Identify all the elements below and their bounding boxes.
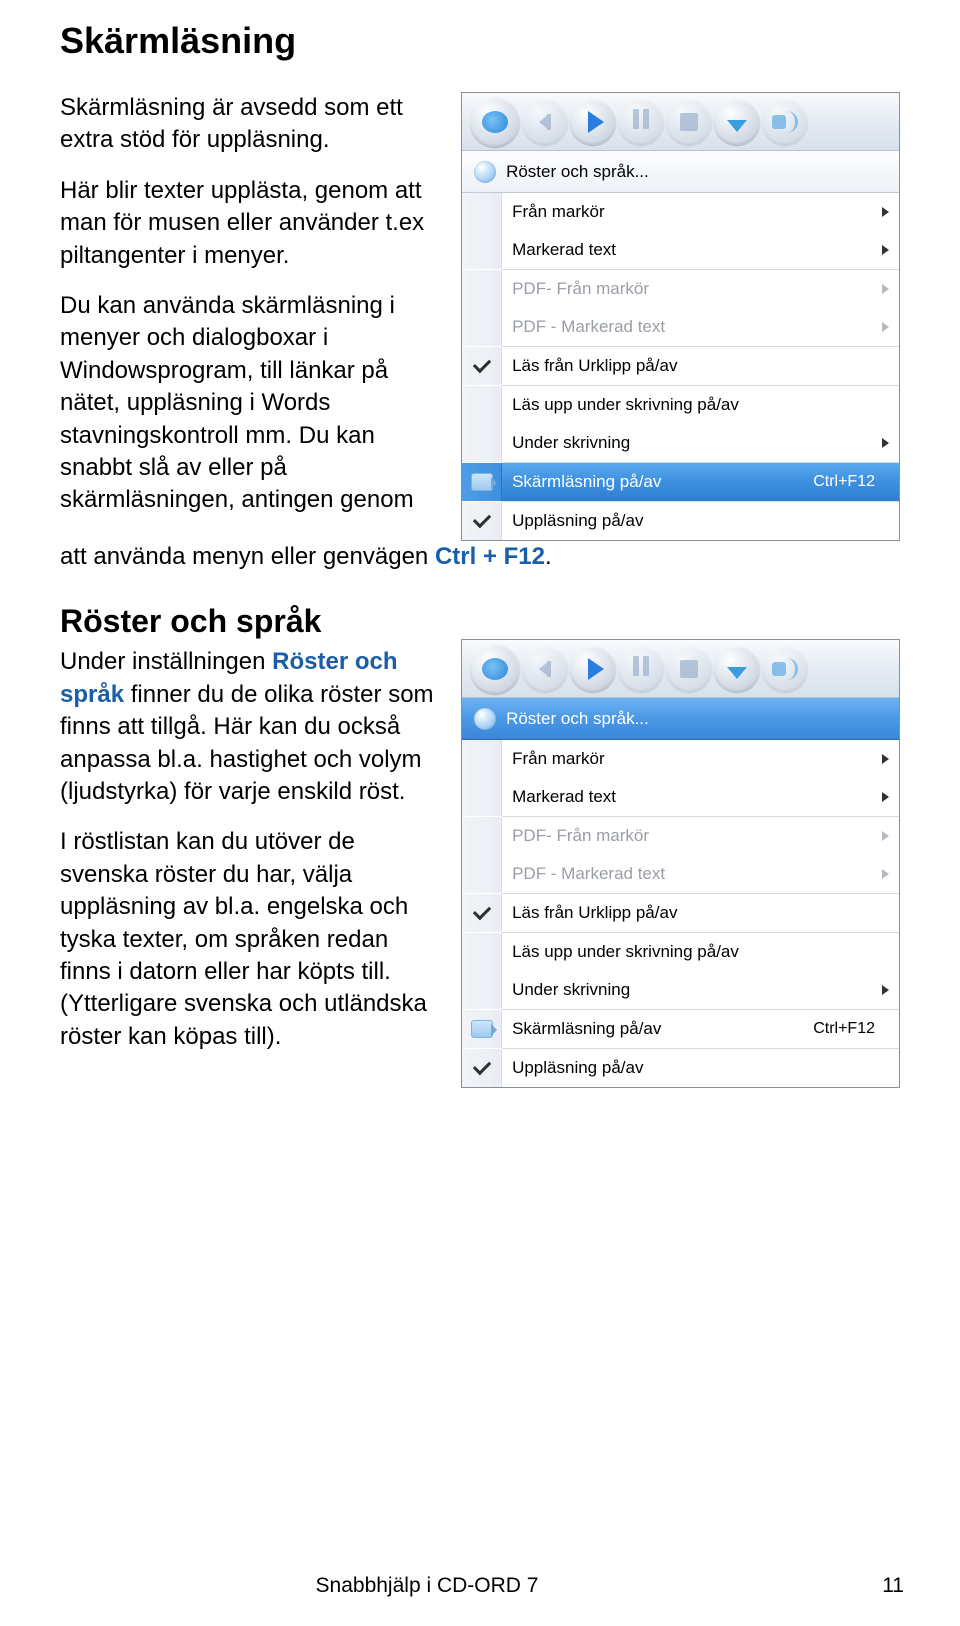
submenu-arrow-icon [882, 831, 889, 841]
menu-item-reading-toggle[interactable]: Uppläsning på/av [462, 502, 899, 540]
voices-paragraph-1: Under inställningen Röster och språk fin… [60, 646, 439, 808]
menu-toolbar [462, 640, 899, 698]
menu-item-label: PDF- Från markör [512, 826, 882, 846]
check-icon [472, 355, 490, 373]
menu-header-selected[interactable]: Röster och språk... [462, 698, 899, 740]
menu-toolbar [462, 93, 899, 151]
submenu-arrow-icon [882, 869, 889, 879]
check-icon [472, 902, 490, 920]
screen-reading-icon [471, 1020, 493, 1038]
menu-item-read-while-typing[interactable]: Läs upp under skrivning på/av [462, 386, 899, 424]
voices-icon [474, 708, 496, 730]
prev-button[interactable] [522, 646, 568, 692]
download-button[interactable] [714, 99, 760, 145]
play-button[interactable] [570, 646, 616, 692]
menu-item-read-while-typing[interactable]: Läs upp under skrivning på/av [462, 933, 899, 971]
download-button[interactable] [714, 646, 760, 692]
menu-item-label: Läs upp under skrivning på/av [512, 942, 889, 962]
stop-button[interactable] [666, 646, 712, 692]
submenu-arrow-icon [882, 438, 889, 448]
footer-page-number: 11 [854, 1574, 904, 1598]
stop-button[interactable] [666, 99, 712, 145]
menu-header-label: Röster och språk... [506, 162, 649, 182]
menu-item-label: Uppläsning på/av [512, 511, 889, 531]
menu-item-from-cursor[interactable]: Från markör [462, 740, 899, 778]
menu-item-label: Skärmläsning på/av [512, 1019, 813, 1039]
speak-button[interactable] [470, 97, 520, 147]
menu-item-label: PDF - Markerad text [512, 864, 882, 884]
menu-item-shortcut: Ctrl+F12 [813, 1020, 875, 1038]
voices-paragraph-2: I röstlistan kan du utöver de svenska rö… [60, 826, 439, 1053]
menu-item-label: Markerad text [512, 240, 882, 260]
menu-item-label: Läs från Urklipp på/av [512, 903, 889, 923]
footer-text: Snabbhjälp i CD-ORD 7 [0, 1574, 854, 1598]
menu-item-pdf-from-cursor: PDF- Från markör [462, 270, 899, 308]
pause-button[interactable] [618, 99, 664, 145]
check-icon [472, 1057, 490, 1075]
menu-item-shortcut: Ctrl+F12 [813, 473, 875, 491]
submenu-arrow-icon [882, 207, 889, 217]
menu-item-while-typing[interactable]: Under skrivning [462, 971, 899, 1009]
menu-item-marked-text[interactable]: Markerad text [462, 778, 899, 816]
menu-item-label: Från markör [512, 202, 882, 222]
bottom-section: Röster och språk Under inställningen Rös… [60, 591, 900, 1088]
menu-item-label: PDF - Markerad text [512, 317, 882, 337]
menu-item-label: PDF- Från markör [512, 279, 882, 299]
play-button[interactable] [570, 99, 616, 145]
menu-item-screen-reading[interactable]: Skärmläsning på/av Ctrl+F12 [462, 1010, 899, 1048]
menu-item-label: Läs upp under skrivning på/av [512, 395, 889, 415]
menu-item-pdf-marked-text: PDF - Markerad text [462, 855, 899, 893]
screen-reading-icon [471, 473, 493, 491]
submenu-arrow-icon [882, 322, 889, 332]
menu-item-label: Skärmläsning på/av [512, 472, 813, 492]
intro-paragraph-1: Skärmläsning är avsedd som ett extra stö… [60, 92, 439, 157]
prev-button[interactable] [522, 99, 568, 145]
menu-header[interactable]: Röster och språk... [462, 151, 899, 193]
menu-item-from-cursor[interactable]: Från markör [462, 193, 899, 231]
top-section: Skärmläsning är avsedd som ett extra stö… [60, 92, 900, 541]
voices-icon [474, 161, 496, 183]
pause-button[interactable] [618, 646, 664, 692]
intro-paragraph-3b: att använda menyn eller genvägen Ctrl + … [60, 541, 900, 573]
speak-button[interactable] [470, 644, 520, 694]
submenu-arrow-icon [882, 245, 889, 255]
submenu-arrow-icon [882, 985, 889, 995]
menu-item-screen-reading[interactable]: Skärmläsning på/av Ctrl+F12 [462, 463, 899, 501]
intro-paragraph-2: Här blir texter upplästa, genom att man … [60, 175, 439, 272]
speaker-button[interactable] [762, 646, 808, 692]
menu-header-label: Röster och språk... [506, 709, 649, 729]
submenu-arrow-icon [882, 284, 889, 294]
menu-item-label: Från markör [512, 749, 882, 769]
section-title-voices: Röster och språk [60, 603, 439, 640]
menu-item-reading-toggle[interactable]: Uppläsning på/av [462, 1049, 899, 1087]
submenu-arrow-icon [882, 754, 889, 764]
menu-item-pdf-marked-text: PDF - Markerad text [462, 308, 899, 346]
menu-item-label: Under skrivning [512, 433, 882, 453]
menu-item-while-typing[interactable]: Under skrivning [462, 424, 899, 462]
menu-item-label: Läs från Urklipp på/av [512, 356, 889, 376]
shortcut-highlight: Ctrl + F12 [435, 543, 545, 570]
menu-item-label: Uppläsning på/av [512, 1058, 889, 1078]
menu-item-read-clipboard[interactable]: Läs från Urklipp på/av [462, 894, 899, 932]
page-title: Skärmläsning [60, 20, 900, 62]
menu-item-pdf-from-cursor: PDF- Från markör [462, 817, 899, 855]
menu-item-read-clipboard[interactable]: Läs från Urklipp på/av [462, 347, 899, 385]
menu-panel-2: Röster och språk... Från markör Markerad… [461, 639, 900, 1088]
menu-item-label: Markerad text [512, 787, 882, 807]
page-footer: Snabbhjälp i CD-ORD 7 11 [0, 1574, 960, 1598]
menu-item-marked-text[interactable]: Markerad text [462, 231, 899, 269]
speaker-button[interactable] [762, 99, 808, 145]
submenu-arrow-icon [882, 792, 889, 802]
check-icon [472, 510, 490, 528]
menu-item-label: Under skrivning [512, 980, 882, 1000]
intro-paragraph-3a: Du kan använda skärmläsning i menyer och… [60, 290, 439, 517]
menu-panel-1: Röster och språk... Från markör Markerad… [461, 92, 900, 541]
